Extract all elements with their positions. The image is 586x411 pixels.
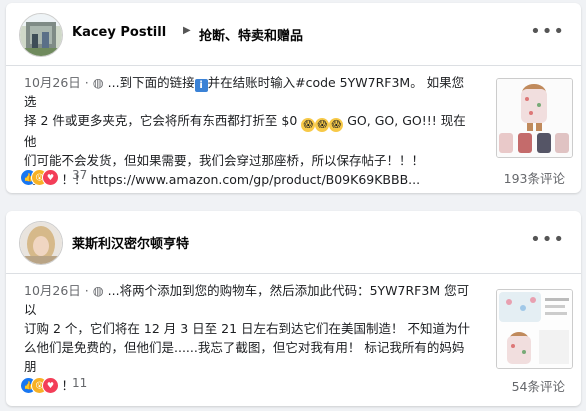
product-image[interactable] [496,78,573,158]
separator: · [84,75,89,90]
scream-emoji-icon: 😱 [301,118,316,132]
post-date[interactable]: 10月26日 [24,75,81,90]
text-line: 择 2 件或更多夹克，它会将所有东西都打折至 $0 [24,113,298,128]
more-options-button[interactable]: ••• [530,229,565,250]
globe-icon: ◍ [92,283,104,298]
post-card: 莱斯利汉密尔顿亨特 ••• 10月26日 · ◍ ...将两个添加到您的购物车，… [6,211,581,406]
product-image[interactable] [496,289,573,369]
scream-emoji-icon: 😱 [329,118,344,132]
comment-count[interactable]: 193条评论 [504,168,565,187]
text-line: 订购 2 个，它们将在 12 月 3 日至 21 日左右到达它们在美国制造！ 不… [24,321,470,336]
avatar[interactable] [19,221,63,265]
separator: · [84,283,89,298]
author-name[interactable]: Kacey Postill [72,25,166,40]
post-header: 莱斯利汉密尔顿亨特 ••• [6,211,581,274]
post-date[interactable]: 10月26日 [24,283,81,298]
comment-count[interactable]: 54条评论 [512,376,565,395]
more-options-button[interactable]: ••• [530,21,565,42]
text-line: 么他们是免费的，但他们是......我忘了截图，但它对我有用！ 标记我所有的妈妈… [24,340,465,374]
author-name[interactable]: 莱斯利汉密尔顿亨特 [72,233,189,252]
text-line: 并在结账时输入#code 5YW7RF3M。 如果您选 [24,75,465,109]
love-icon: ♥ [42,377,59,394]
arrow-right-icon: ▶ [183,25,191,36]
reaction-count[interactable]: 11 [72,376,87,390]
group-name[interactable]: 抢断、特卖和赠品 [199,25,303,44]
love-icon: ♥ [42,169,59,186]
scream-emoji-icon: 😱 [315,118,330,132]
text-line: ...到下面的链接 [107,75,195,90]
post-card: Kacey Postill ▶ 抢断、特卖和赠品 ••• 10月26日 · ◍ … [6,3,581,193]
globe-icon: ◍ [92,75,104,90]
post-header: Kacey Postill ▶ 抢断、特卖和赠品 ••• [6,3,581,66]
text-line: ...将两个添加到您的购物车，然后添加此代码：5YW7RF3M 您可以 [24,283,470,317]
reaction-count[interactable]: 37 [72,168,87,182]
avatar[interactable] [19,13,63,57]
post-footer: 👍 😮 ♥ 37 193条评论 [20,166,567,190]
post-footer: 👍 😮 ♥ 11 54条评论 [20,374,567,398]
info-icon: i [194,79,208,92]
